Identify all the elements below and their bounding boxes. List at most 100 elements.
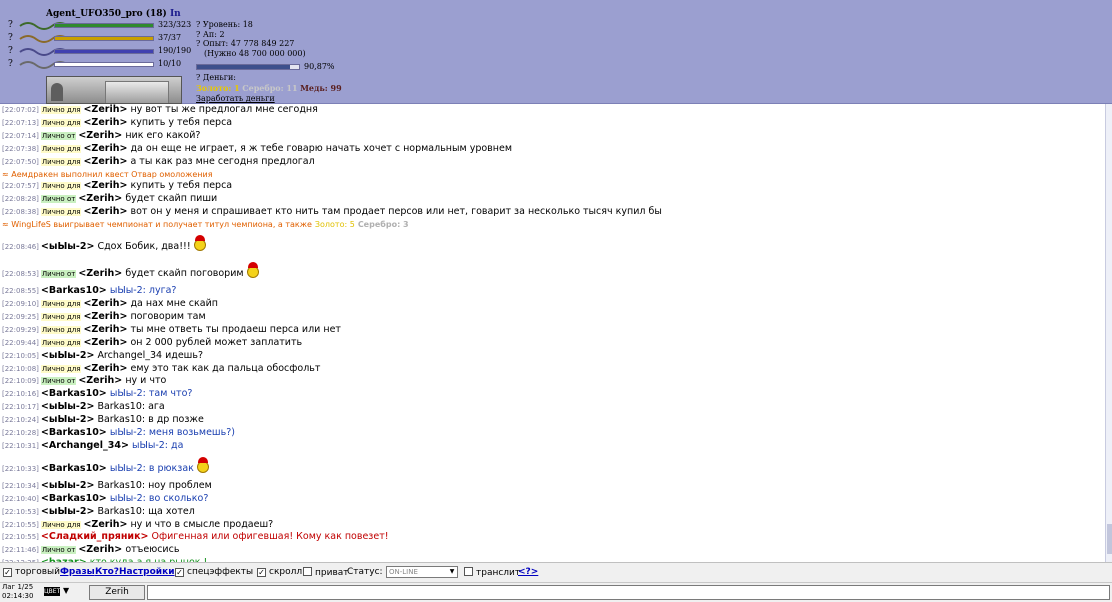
effects-option[interactable]: ✓ спецэффекты: [175, 567, 253, 577]
color-button[interactable]: ЦВЕТ: [44, 587, 60, 596]
message-nick[interactable]: <ыЫы-2>: [41, 414, 95, 425]
phrases-link[interactable]: Фразы: [60, 567, 95, 577]
message-time[interactable]: [22:07:14]: [2, 132, 39, 140]
message-nick[interactable]: <ыЫы-2>: [41, 401, 95, 412]
exp-progress-bar: [196, 64, 300, 70]
message-time[interactable]: [22:10:05]: [2, 352, 39, 360]
message-nick[interactable]: <Barkas10>: [41, 427, 107, 438]
message-time[interactable]: [22:10:08]: [2, 365, 39, 373]
who-link[interactable]: Кто?: [95, 567, 119, 577]
message-time[interactable]: [22:10:31]: [2, 442, 39, 450]
character-portrait[interactable]: [46, 76, 182, 104]
help-link[interactable]: <?>: [518, 567, 538, 577]
message-input[interactable]: [147, 585, 1110, 600]
nick-text[interactable]: Agent_UFO350_pro: [46, 9, 143, 19]
message-nick[interactable]: <Zerih>: [83, 206, 127, 217]
message-time[interactable]: [22:10:33]: [2, 465, 39, 473]
message-time[interactable]: [22:10:24]: [2, 416, 39, 424]
translit-option[interactable]: транслит: [464, 567, 520, 578]
message-nick[interactable]: <Zerih>: [83, 324, 127, 335]
message-time[interactable]: [22:08:53]: [2, 270, 39, 278]
message-target-button[interactable]: Zerih: [89, 585, 145, 600]
message-text: да нах мне скайп: [130, 297, 218, 309]
santa-smiley-icon: [193, 235, 207, 252]
message-nick[interactable]: <Zerih>: [78, 268, 122, 279]
message-time[interactable]: [22:07:13]: [2, 119, 39, 127]
message-nick[interactable]: <Zerih>: [83, 298, 127, 309]
message-time[interactable]: [22:09:29]: [2, 326, 39, 334]
settings-link[interactable]: Настройки: [119, 567, 175, 577]
stamina-track: [54, 62, 154, 67]
message-time[interactable]: [22:11:46]: [2, 546, 39, 554]
message-time[interactable]: [22:07:57]: [2, 182, 39, 190]
message-nick[interactable]: <ыЫы-2>: [41, 506, 95, 517]
message-time[interactable]: [22:10:28]: [2, 429, 39, 437]
message-nick[interactable]: <Barkas10>: [41, 463, 107, 474]
message-time[interactable]: [22:10:16]: [2, 390, 39, 398]
message-nick[interactable]: <ыЫы-2>: [41, 480, 95, 491]
message-nick[interactable]: <Zerih>: [83, 117, 127, 128]
private-option[interactable]: приват: [303, 567, 349, 578]
message-nick[interactable]: <Barkas10>: [41, 285, 107, 296]
exp-progress-fill: [197, 65, 290, 69]
message-nick[interactable]: <ыЫы-2>: [41, 241, 95, 252]
message-nick[interactable]: <Zerih>: [78, 544, 122, 555]
message-time[interactable]: [22:10:53]: [2, 508, 39, 516]
message-nick[interactable]: <Zerih>: [83, 363, 127, 374]
info-link[interactable]: In: [170, 9, 181, 19]
trade-checkbox[interactable]: ✓: [3, 568, 12, 577]
message-time[interactable]: [22:07:50]: [2, 158, 39, 166]
effects-checkbox[interactable]: ✓: [175, 568, 184, 577]
stamina-help-icon[interactable]: ?: [8, 59, 13, 69]
message-nick[interactable]: <ыЫы-2>: [41, 350, 95, 361]
message-time[interactable]: [22:09:25]: [2, 313, 39, 321]
mana-help-icon[interactable]: ?: [8, 33, 13, 43]
private-checkbox[interactable]: [303, 567, 312, 576]
scroll-checkbox[interactable]: ✓: [257, 568, 266, 577]
message-nick[interactable]: <Zerih>: [83, 104, 127, 115]
message-time[interactable]: [22:07:38]: [2, 145, 39, 153]
message-time[interactable]: [22:10:40]: [2, 495, 39, 503]
chat-message: [22:11:46] Лично от <Zerih> отъеюсись: [0, 544, 1105, 557]
message-time[interactable]: [22:10:09]: [2, 377, 39, 385]
message-time[interactable]: [22:09:44]: [2, 339, 39, 347]
hp-help-icon[interactable]: ?: [8, 20, 13, 30]
message-nick[interactable]: <Zerih>: [78, 193, 122, 204]
message-nick[interactable]: <Barkas10>: [41, 388, 107, 399]
chat-message: [22:10:34] <ыЫы-2> Barkas10: ноу проблем: [0, 480, 1105, 493]
message-time[interactable]: [22:08:46]: [2, 243, 39, 251]
message-nick[interactable]: <Zerih>: [83, 180, 127, 191]
status-select[interactable]: ON-LINE ▼: [386, 566, 458, 578]
chat-log[interactable]: [22:07:02] Лично для <Zerih> ну вот ты же …: [0, 104, 1105, 562]
message-nick[interactable]: <Zerih>: [83, 519, 127, 530]
message-nick[interactable]: <Сладкий_пряник>: [41, 531, 149, 542]
message-text: Barkas10: ага: [97, 401, 165, 413]
message-nick[interactable]: <Zerih>: [83, 143, 127, 154]
trade-option[interactable]: ✓ торговый: [3, 567, 60, 577]
translit-checkbox[interactable]: [464, 567, 473, 576]
message-nick[interactable]: <Zerih>: [83, 337, 127, 348]
message-time[interactable]: [22:10:55]: [2, 521, 39, 529]
message-nick[interactable]: <Zerih>: [78, 130, 122, 141]
message-time[interactable]: [22:10:34]: [2, 482, 39, 490]
message-time[interactable]: [22:08:28]: [2, 195, 39, 203]
message-nick[interactable]: <Barkas10>: [41, 493, 107, 504]
message-time[interactable]: [22:08:55]: [2, 287, 39, 295]
scroll-option[interactable]: ✓ скролл: [257, 567, 302, 577]
chat-scrollbar[interactable]: [1105, 104, 1112, 562]
scrollbar-thumb[interactable]: [1107, 524, 1112, 554]
message-nick[interactable]: <Zerih>: [83, 311, 127, 322]
message-time[interactable]: [22:09:10]: [2, 300, 39, 308]
message-nick[interactable]: <Zerih>: [78, 375, 122, 386]
color-dropdown-arrow-icon[interactable]: ▼: [63, 586, 69, 595]
message-nick[interactable]: <Zerih>: [83, 156, 127, 167]
message-time[interactable]: [22:10:55]: [2, 533, 39, 541]
earn-money-link[interactable]: Заработать деньги: [196, 94, 275, 103]
energy-help-icon[interactable]: ?: [8, 46, 13, 56]
message-time[interactable]: [22:08:38]: [2, 208, 39, 216]
message-time[interactable]: [22:10:17]: [2, 403, 39, 411]
character-name[interactable]: Agent_UFO350_pro (18) In: [46, 9, 181, 19]
message-nick[interactable]: <Archangel_34>: [41, 440, 129, 451]
message-time[interactable]: [22:07:02]: [2, 106, 39, 114]
message-text: Barkas10: в др позже: [97, 414, 204, 426]
